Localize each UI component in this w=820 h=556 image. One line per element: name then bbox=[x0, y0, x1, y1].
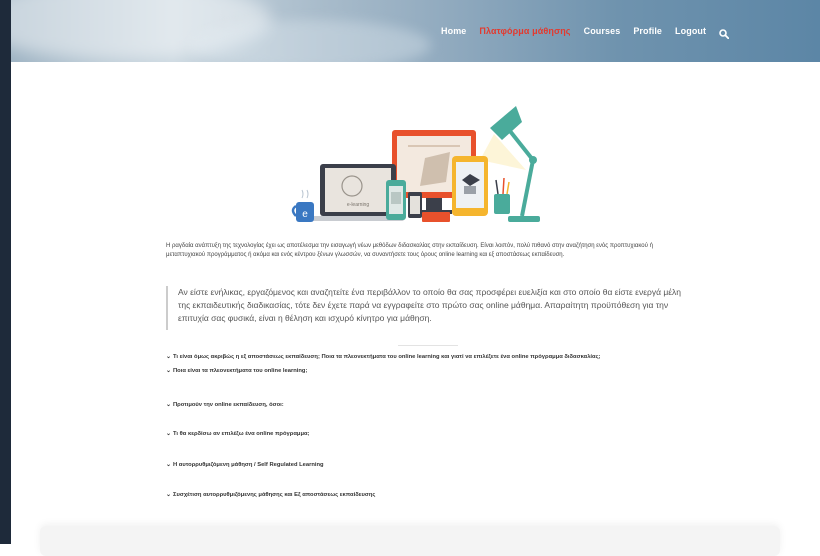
header-sky-cloud bbox=[191, 20, 431, 62]
tablet-icon bbox=[452, 156, 488, 216]
nav-learning-platform[interactable]: Πλατφόρμα μάθησης bbox=[479, 26, 570, 36]
footer-card bbox=[40, 526, 780, 556]
faq-label: Τι είναι όμως ακριβώς η εξ αποστάσεως εκ… bbox=[173, 353, 601, 360]
divider bbox=[398, 345, 458, 346]
faq-item[interactable]: ⌄ Προτιμούν την online εκπαίδευση, όσοι: bbox=[166, 401, 284, 409]
chevron-down-icon: ⌄ bbox=[166, 492, 172, 498]
faq-item[interactable]: ⌄ Τι θα κερδίσω αν επιλέξω ένα online πρ… bbox=[166, 430, 310, 438]
faq-item[interactable]: ⌄ Τι είναι όμως ακριβώς η εξ αποστάσεως … bbox=[166, 353, 601, 361]
faq-label: Συσχέτιση αυτορρυθμιζόμενης μάθησης και … bbox=[173, 491, 376, 498]
nav-profile[interactable]: Profile bbox=[633, 26, 662, 36]
nav-logout[interactable]: Logout bbox=[675, 26, 706, 36]
intro-paragraph: Η ραγδαία ανάπτυξη της τεχνολογίας έχει … bbox=[166, 243, 653, 258]
faq-item[interactable]: ⌄ Συσχέτιση αυτορρυθμιζόμενης μάθησης κα… bbox=[166, 491, 376, 499]
chevron-down-icon: ⌄ bbox=[166, 402, 172, 408]
main-nav: Home Πλατφόρμα μάθησης Courses Profile L… bbox=[441, 26, 730, 40]
nav-home[interactable]: Home bbox=[441, 26, 466, 36]
chevron-down-icon: ⌄ bbox=[166, 368, 172, 374]
faq-label: Ποια είναι τα πλεονεκτήματα του online l… bbox=[173, 367, 308, 374]
smartphone-icon bbox=[408, 192, 422, 218]
chevron-down-icon: ⌄ bbox=[166, 354, 172, 360]
coffee-mug-icon: e bbox=[291, 189, 314, 222]
faq-item[interactable]: ⌄ Η αυτορρυθμιζόμενη μάθηση / Self Regul… bbox=[166, 461, 324, 469]
search-icon[interactable] bbox=[719, 26, 730, 40]
faq-label: Η αυτορρυθμιζόμενη μάθηση / Self Regulat… bbox=[173, 461, 324, 468]
faq-label: Τι θα κερδίσω αν επιλέξω ένα online πρόγ… bbox=[173, 430, 310, 437]
quote-block: Αν είστε ενήλικας, εργαζόμενος και αναζη… bbox=[166, 286, 690, 330]
desk-block-icon bbox=[422, 212, 450, 222]
site-header: Home Πλατφόρμα μάθησης Courses Profile L… bbox=[11, 0, 820, 62]
svg-text:e: e bbox=[302, 209, 308, 220]
laptop-screen-label: e-learning bbox=[347, 202, 369, 208]
chevron-down-icon: ⌄ bbox=[166, 462, 172, 468]
faq-item[interactable]: ⌄ Ποια είναι τα πλεονεκτήματα του online… bbox=[166, 367, 308, 375]
faq-label: Προτιμούν την online εκπαίδευση, όσοι: bbox=[173, 401, 284, 408]
window-left-edge bbox=[0, 0, 11, 544]
quote-text: Αν είστε ενήλικας, εργαζόμενος και αναζη… bbox=[178, 287, 682, 323]
nav-courses[interactable]: Courses bbox=[584, 26, 621, 36]
e-learning-illustration: e-learning e bbox=[290, 100, 550, 232]
phone-icon bbox=[386, 180, 406, 220]
chevron-down-icon: ⌄ bbox=[166, 431, 172, 437]
pencil-cup-icon bbox=[494, 177, 510, 214]
